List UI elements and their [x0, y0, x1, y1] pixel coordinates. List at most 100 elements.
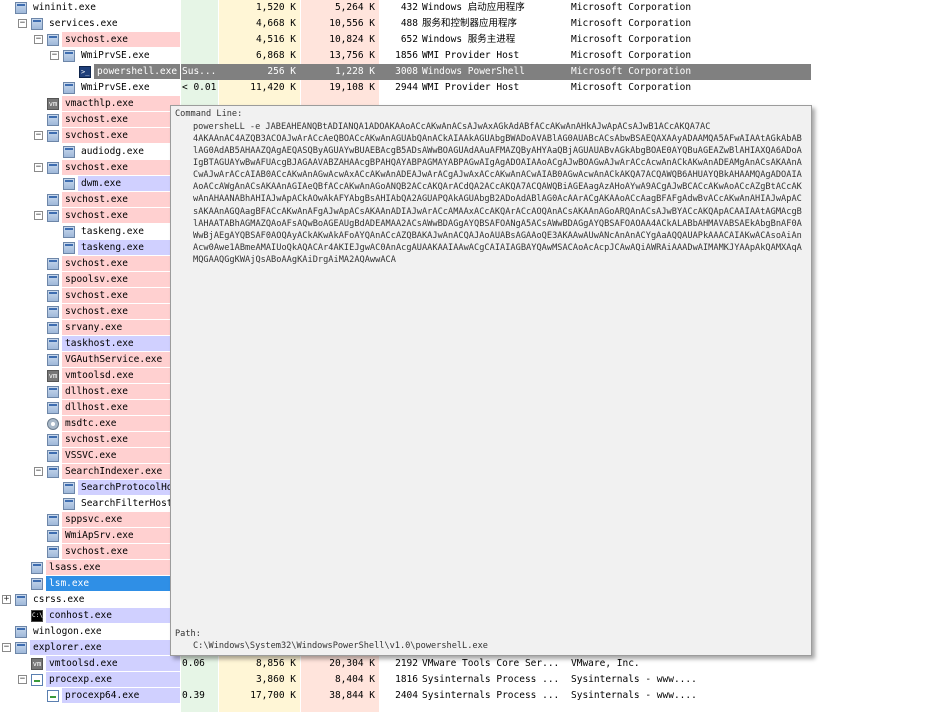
process-ps-icon	[79, 64, 91, 80]
process-vm-icon: vm	[31, 658, 43, 670]
process-name-cell[interactable]: svchost.exe	[0, 112, 180, 128]
process-name-cell[interactable]: svchost.exe	[0, 304, 180, 320]
process-name-cell[interactable]: − explorer.exe	[0, 640, 180, 656]
process-name-cell[interactable]: WmiApSrv.exe	[0, 528, 180, 544]
process-name-cell[interactable]: taskeng.exe	[0, 224, 180, 240]
process-name-cell[interactable]: − procexp.exe	[0, 672, 180, 688]
process-win-icon	[47, 514, 59, 526]
process-name: dwm.exe	[78, 176, 180, 191]
collapse-icon[interactable]: −	[18, 675, 27, 684]
process-win-icon	[63, 50, 75, 62]
process-name-cell[interactable]: svchost.exe	[0, 256, 180, 272]
process-name-cell[interactable]: VSSVC.exe	[0, 448, 180, 464]
process-win-icon	[47, 162, 59, 174]
process-name-cell[interactable]: svchost.exe	[0, 544, 180, 560]
process-company-cell: Microsoft Corporation	[571, 66, 692, 77]
process-name-cell[interactable]: dwm.exe	[0, 176, 180, 192]
collapse-icon[interactable]: −	[34, 163, 43, 172]
process-name-cell[interactable]: + csrss.exe	[0, 592, 180, 608]
process-name-cell[interactable]: − svchost.exe	[0, 208, 180, 224]
process-name-cell[interactable]: svchost.exe	[0, 288, 180, 304]
expand-icon[interactable]: +	[2, 595, 11, 604]
process-working-set-cell: 5,264 K	[334, 2, 375, 13]
process-win-icon	[47, 338, 59, 350]
process-row[interactable]: − WmiPrvSE.exe 6,868 K 13,756 K 1856 WMI Prov…	[0, 48, 932, 64]
process-name-cell[interactable]: msdtc.exe	[0, 416, 180, 432]
process-row[interactable]: vm vmtoolsd.exe 0.06 8,856 K 20,304 K 2192 VMw…	[0, 656, 932, 672]
process-win-icon	[63, 226, 75, 238]
collapse-icon[interactable]: −	[34, 467, 43, 476]
process-win-icon	[31, 18, 43, 30]
collapse-icon[interactable]: −	[34, 211, 43, 220]
process-name-cell[interactable]: vm vmacthlp.exe	[0, 96, 180, 112]
collapse-icon[interactable]: −	[50, 51, 59, 60]
process-name-cell[interactable]: svchost.exe	[0, 432, 180, 448]
process-pid-cell: 1816	[395, 674, 418, 685]
process-name: services.exe	[46, 16, 180, 31]
process-name-cell[interactable]: dllhost.exe	[0, 400, 180, 416]
process-name-cell[interactable]: lsass.exe	[0, 560, 180, 576]
process-win-icon	[47, 210, 59, 222]
process-description-cell: Windows 服务主进程	[422, 34, 516, 45]
process-company-cell: Sysinternals - www....	[571, 690, 697, 701]
process-name-cell[interactable]: lsm.exe	[0, 576, 180, 592]
process-row[interactable]: procexp64.exe 0.39 17,700 K 38,844 K 2404 Sys…	[0, 688, 932, 704]
process-pid-cell: 2192	[395, 658, 418, 669]
process-name-cell[interactable]: − svchost.exe	[0, 128, 180, 144]
process-name: procexp64.exe	[62, 688, 180, 703]
process-row[interactable]: − svchost.exe 4,516 K 10,824 K 652 Windows 服务…	[0, 32, 932, 48]
process-name-cell[interactable]: WmiPrvSE.exe	[0, 80, 180, 96]
process-name-cell[interactable]: − services.exe	[0, 16, 180, 32]
process-name-cell[interactable]: VGAuthService.exe	[0, 352, 180, 368]
process-name: dllhost.exe	[62, 384, 180, 399]
process-name-cell[interactable]: − svchost.exe	[0, 32, 180, 48]
process-name: SearchFilterHost...	[78, 496, 180, 511]
process-name-cell[interactable]: taskhost.exe	[0, 336, 180, 352]
process-description-cell: Sysinternals Process ...	[422, 690, 560, 701]
process-win-icon	[47, 466, 59, 478]
process-working-set-cell: 8,404 K	[334, 674, 375, 685]
process-name-cell[interactable]: srvany.exe	[0, 320, 180, 336]
process-row[interactable]: − services.exe 4,668 K 10,556 K 488 服务和控制器应用程…	[0, 16, 932, 32]
process-name: svchost.exe	[62, 256, 180, 271]
collapse-icon[interactable]: −	[2, 643, 11, 652]
process-name-cell[interactable]: SearchFilterHost...	[0, 496, 180, 512]
process-gear-icon	[47, 418, 59, 430]
process-pid-cell: 3008	[395, 66, 418, 77]
process-name-cell[interactable]: dllhost.exe	[0, 384, 180, 400]
process-name-cell[interactable]: taskeng.exe	[0, 240, 180, 256]
process-name-cell[interactable]: svchost.exe	[0, 192, 180, 208]
path-value: C:\Windows\System32\WindowsPowerShell\v1…	[193, 641, 488, 651]
process-row[interactable]: wininit.exe 1,520 K 5,264 K 432 Windows 启动应用…	[0, 0, 932, 16]
process-name-cell[interactable]: − WmiPrvSE.exe	[0, 48, 180, 64]
process-name: vmtoolsd.exe	[46, 656, 180, 671]
collapse-icon[interactable]: −	[18, 19, 27, 28]
process-name: svchost.exe	[62, 544, 180, 559]
process-name-cell[interactable]: − svchost.exe	[0, 160, 180, 176]
process-name-cell[interactable]: powershell.exe	[0, 64, 180, 80]
process-name-cell[interactable]: procexp64.exe	[0, 688, 180, 704]
process-win-icon	[15, 594, 27, 606]
process-private-bytes-cell: 11,420 K	[250, 82, 296, 93]
process-name-cell[interactable]: winlogon.exe	[0, 624, 180, 640]
process-name-cell[interactable]: sppsvc.exe	[0, 512, 180, 528]
process-private-bytes-cell: 6,868 K	[255, 50, 296, 61]
process-name-cell[interactable]: spoolsv.exe	[0, 272, 180, 288]
process-row[interactable]: WmiPrvSE.exe < 0.01 11,420 K 19,108 K 2944 WM…	[0, 80, 932, 96]
process-name-cell[interactable]: wininit.exe	[0, 0, 180, 16]
process-name-cell[interactable]: − SearchIndexer.exe	[0, 464, 180, 480]
process-name-cell[interactable]: audiodg.exe	[0, 144, 180, 160]
collapse-icon[interactable]: −	[34, 131, 43, 140]
process-cpu-cell	[181, 32, 219, 48]
process-name-cell[interactable]: vm vmtoolsd.exe	[0, 368, 180, 384]
process-name-cell[interactable]: SearchProtocolHo...	[0, 480, 180, 496]
process-name: audiodg.exe	[78, 144, 180, 159]
collapse-icon[interactable]: −	[34, 35, 43, 44]
process-row[interactable]: powershell.exeSus... 256 K 1,228 K 3008 Wind…	[0, 64, 932, 80]
process-private-bytes-cell: 17,700 K	[250, 690, 296, 701]
process-cpu-cell: Sus...	[182, 66, 217, 77]
process-win-icon	[47, 450, 59, 462]
process-name-cell[interactable]: C:\ conhost.exe	[0, 608, 180, 624]
process-name-cell[interactable]: vm vmtoolsd.exe	[0, 656, 180, 672]
process-row[interactable]: − procexp.exe 3,860 K 8,404 K 1816 Sysinterna…	[0, 672, 932, 688]
